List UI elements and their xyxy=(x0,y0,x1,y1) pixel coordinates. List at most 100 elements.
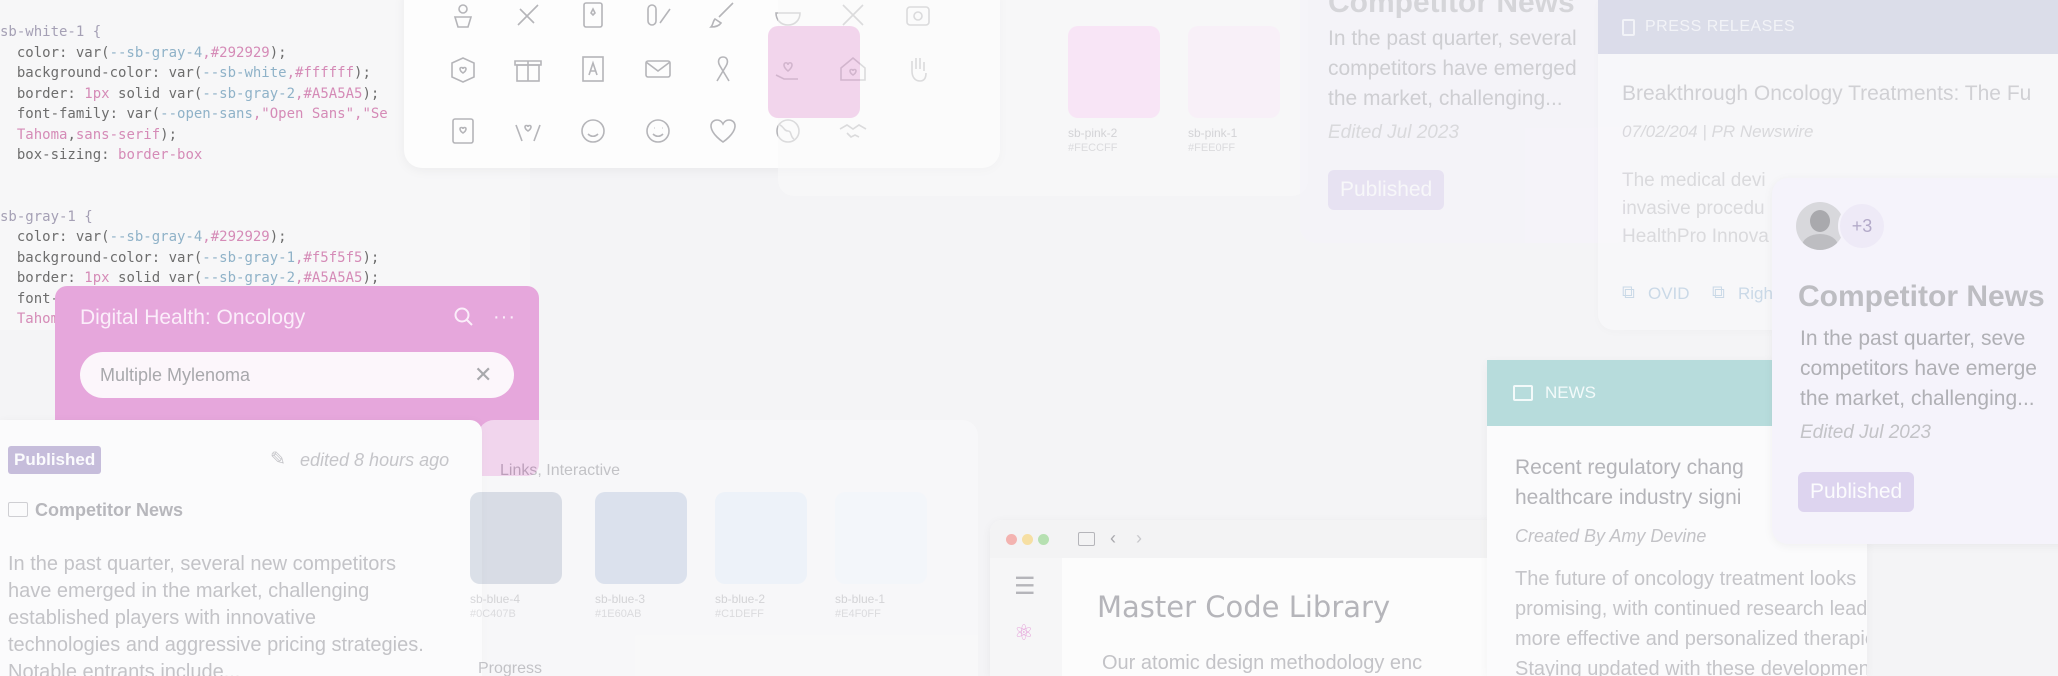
code-token: ); xyxy=(362,270,380,286)
card-desc-line: competitors have emerged xyxy=(1328,57,1577,80)
code-token: ,#292929 xyxy=(202,44,270,61)
code-token: ); xyxy=(160,126,178,143)
heart-icon[interactable] xyxy=(706,114,740,148)
published-badge[interactable]: Published xyxy=(1798,472,1915,512)
body-line: have emerged in the market, challenging xyxy=(8,580,370,602)
section-label: Progress xyxy=(478,660,543,676)
code-token: --sb-gray-2 xyxy=(202,270,296,286)
code-token: border: xyxy=(0,270,85,286)
swatch-name: sb-pink-1 xyxy=(1188,126,1238,140)
swatch-hex: #C1DEFF xyxy=(715,608,764,620)
code-token: --sb-white xyxy=(202,65,287,81)
book-heart-icon[interactable] xyxy=(446,114,480,148)
swatch-name: sb-blue-1 xyxy=(835,592,886,606)
sidebar-toggle-icon[interactable] xyxy=(1078,532,1095,546)
dh-title: Digital Health: Oncology xyxy=(80,306,306,329)
envelope-icon[interactable] xyxy=(641,52,675,86)
code-token: sb-white-1 { xyxy=(0,24,102,40)
press-link-right[interactable]: Righ xyxy=(1738,284,1773,304)
section-label: Links, Interactive xyxy=(500,462,621,479)
dh-search-field[interactable]: Multiple Mylenoma ✕ xyxy=(80,352,514,398)
swatch-pink-3 xyxy=(768,26,860,118)
maximize-window-button[interactable] xyxy=(1038,534,1049,545)
forward-icon[interactable]: › xyxy=(1136,528,1142,549)
code-token: --sb-gray-2 xyxy=(202,85,296,102)
swatch-name: sb-pink-2 xyxy=(1068,126,1118,140)
minimize-window-button[interactable] xyxy=(1022,534,1033,545)
news-title-line[interactable]: Recent regulatory chang xyxy=(1515,456,1744,480)
body-line: established players with innovative xyxy=(8,607,316,629)
avatar-count: +3 xyxy=(1838,202,1886,250)
code-token: sans-serif xyxy=(75,126,161,143)
search-icon[interactable] xyxy=(453,306,475,328)
code-token: 1px xyxy=(84,85,110,102)
code-token: background-color: xyxy=(0,65,169,81)
dh-search-value[interactable]: Multiple Mylenoma xyxy=(100,365,250,386)
code-token: , xyxy=(67,126,76,143)
code-token: ,#ffffff xyxy=(286,65,355,81)
swatch-blue-1 xyxy=(835,492,927,584)
code-token: --sb-gray-4 xyxy=(109,229,203,245)
toggle-edit-icon[interactable] xyxy=(641,0,675,32)
press-header: PRESS RELEASES xyxy=(1598,0,2058,54)
code-token: background-color: xyxy=(0,249,169,266)
avatar xyxy=(1796,202,1844,250)
card-title: Competitor News xyxy=(1328,0,1575,19)
blue-swatch-panel: Links, Interactive sb-blue-4 #0C407B sb-… xyxy=(470,420,978,676)
code-token: solid xyxy=(109,270,169,286)
flower-pot-icon[interactable] xyxy=(446,0,480,32)
more-icon[interactable]: ··· xyxy=(493,306,516,329)
swatch-blue-4 xyxy=(470,492,562,584)
back-icon[interactable]: ‹ xyxy=(1110,528,1116,549)
swatch-hex: #0C407B xyxy=(470,608,516,620)
card-desc-line: In the past quarter, seve xyxy=(1800,327,2026,350)
code-token: solid xyxy=(109,85,169,102)
card-edited: Edited Jul 2023 xyxy=(1328,122,1459,143)
folder-label[interactable]: Competitor News xyxy=(35,500,183,521)
code-token: var( xyxy=(168,85,203,102)
code-token: ,"Open Sans","Se xyxy=(252,106,388,122)
ribbon-icon[interactable] xyxy=(706,52,740,86)
code-token: ,#A5A5A5 xyxy=(295,85,363,102)
news-title-line[interactable]: healthcare industry signi xyxy=(1515,486,1741,510)
code-line: sb-gray-1 { xyxy=(0,207,530,228)
leaf-edit-icon[interactable] xyxy=(511,0,545,32)
smile-icon[interactable] xyxy=(641,114,675,148)
atom-icon[interactable]: ⚛ xyxy=(1014,620,1034,646)
news-header-label: NEWS xyxy=(1545,383,1596,402)
press-meta: 07/02/204 | PR Newswire xyxy=(1622,122,1814,141)
brush-icon[interactable] xyxy=(706,0,740,32)
body-line: Notable entrants include... xyxy=(8,661,241,676)
press-body-line: invasive procedu xyxy=(1622,198,1765,219)
smile-hearts-icon[interactable] xyxy=(576,114,610,148)
published-news-card[interactable]: Published ✎ edited 8 hours ago Competito… xyxy=(0,420,482,676)
code-token: ); xyxy=(362,249,380,266)
book-star-icon[interactable] xyxy=(576,0,610,32)
press-link-ovid[interactable]: OVID xyxy=(1648,284,1690,304)
press-header-label: PRESS RELEASES xyxy=(1645,18,1796,35)
close-window-button[interactable] xyxy=(1006,534,1017,545)
swatch-hex: #FECCFF xyxy=(1068,142,1118,154)
menu-icon[interactable]: ☰ xyxy=(1014,572,1036,601)
swatch-hex: #FEE0FF xyxy=(1188,142,1236,154)
news-body-line: The future of oncology treatment looks xyxy=(1515,568,1857,590)
code-token: color: xyxy=(0,229,76,245)
news-body-line: Staying updated with these developments … xyxy=(1515,658,1867,676)
clear-icon[interactable]: ✕ xyxy=(474,362,492,388)
external-link-icon: ⧉ xyxy=(1712,282,1725,302)
competitor-news-card-right[interactable]: +3 Competitor News In the past quarter, … xyxy=(1772,178,2058,544)
competitor-news-card-top[interactable]: Competitor News In the past quarter, sev… xyxy=(1300,0,1630,243)
edited-time: edited 8 hours ago xyxy=(300,450,450,470)
press-body-line: The medical devi xyxy=(1622,170,1766,191)
folder-icon xyxy=(8,502,28,517)
book-a-icon[interactable] xyxy=(576,52,610,86)
body-line: In the past quarter, several new competi… xyxy=(8,553,396,575)
card-edited: Edited Jul 2023 xyxy=(1800,422,1931,443)
box-heart-icon[interactable] xyxy=(446,52,480,86)
hands-heart-icon[interactable] xyxy=(511,114,545,148)
code-line: color: var(--sb-gray-4,#292929); xyxy=(0,227,530,248)
press-title[interactable]: Breakthrough Oncology Treatments: The Fu xyxy=(1622,82,2031,106)
gift-icon[interactable] xyxy=(511,52,545,86)
published-badge[interactable]: Published xyxy=(1328,170,1445,210)
